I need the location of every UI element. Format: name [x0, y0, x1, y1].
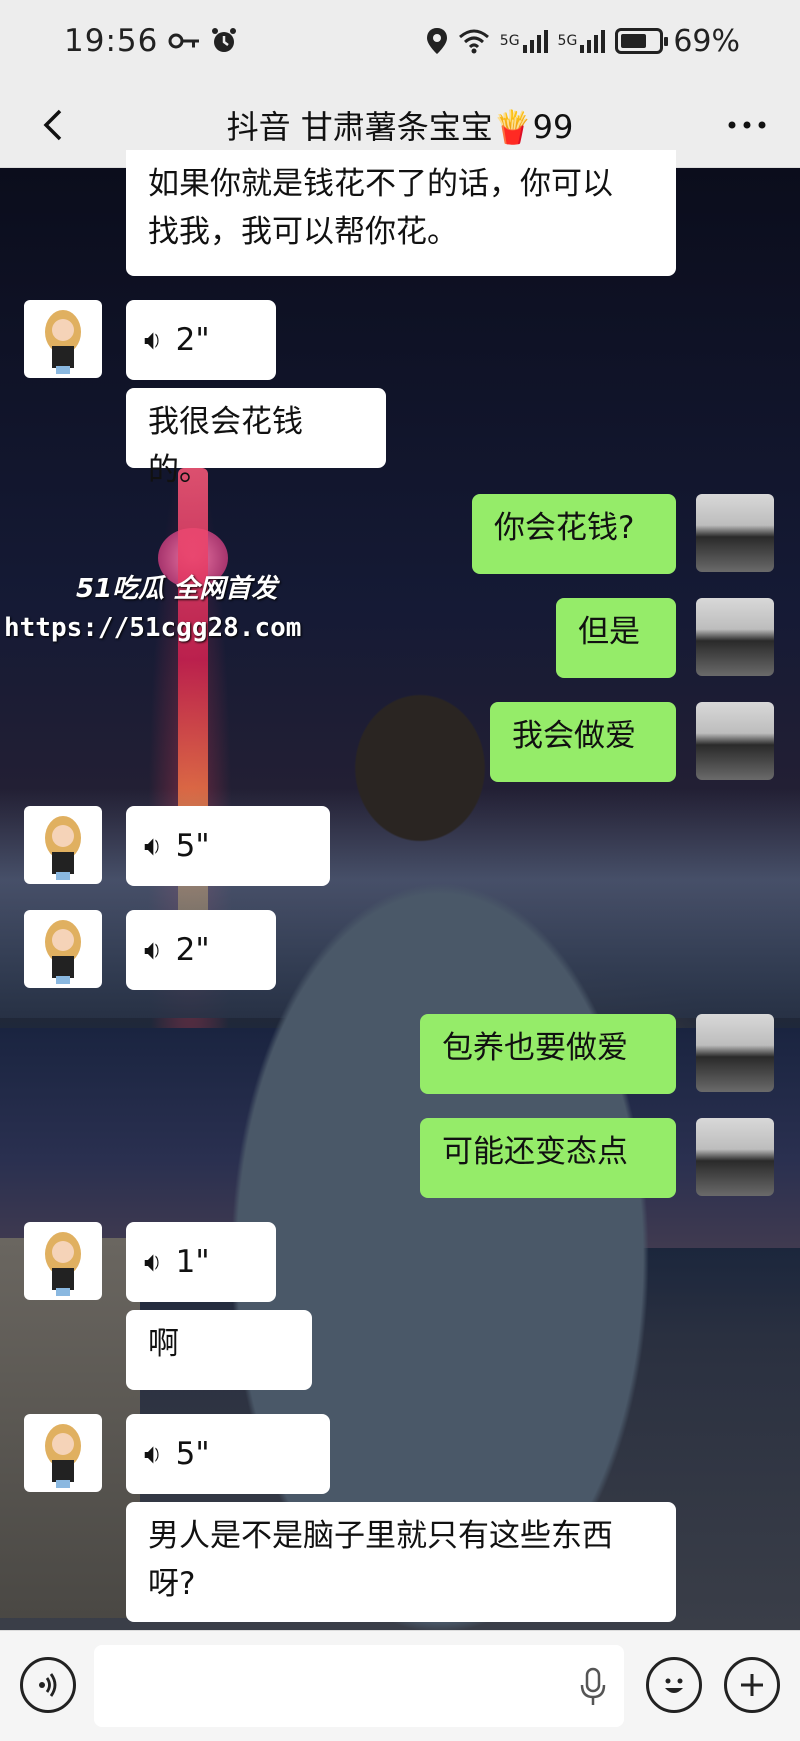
text-bubble[interactable]: 如果你就是钱花不了的话，你可以 找我，我可以帮你花。 — [126, 150, 676, 276]
signal-icon-1: 5G — [500, 29, 548, 53]
text-bubble[interactable]: 啊 — [126, 1310, 312, 1390]
watermark-title: 51吃瓜 全网首发 — [76, 574, 278, 604]
message-text-line2: 呀? — [148, 1566, 196, 1602]
avatar[interactable] — [696, 598, 774, 676]
message-text: 你会花钱? — [494, 510, 635, 546]
girl-avatar-icon — [45, 1232, 81, 1296]
plus-button[interactable] — [724, 1657, 780, 1713]
message-text: 包养也要做爱 — [442, 1030, 628, 1066]
text-bubble[interactable]: 我会做爱 — [490, 702, 676, 782]
message-text-line1: 男人是不是脑子里就只有这些东西 — [148, 1518, 613, 1554]
signal1-label: 5G — [499, 33, 520, 49]
chat-area[interactable]: 51吃瓜 全网首发 https://51cgg28.com — [0, 168, 800, 1630]
message-text: 但是 — [578, 614, 640, 650]
voice-message-bubble[interactable]: 🔉︎ 5" — [126, 1414, 330, 1494]
text-bubble[interactable]: 可能还变态点 — [420, 1118, 676, 1198]
voice-wave-icon — [39, 1673, 57, 1697]
voice-wave-icon: 🔉︎ — [144, 1437, 162, 1470]
avatar[interactable] — [24, 910, 102, 988]
watermark: 51吃瓜 全网首发 https://51cgg28.com — [4, 568, 301, 643]
girl-avatar-icon — [45, 816, 81, 880]
message-input[interactable] — [94, 1645, 624, 1727]
status-left: 19:56 — [64, 23, 238, 59]
wifi-icon — [458, 28, 490, 54]
voice-duration: 2" — [175, 932, 210, 968]
avatar[interactable] — [696, 494, 774, 572]
more-button[interactable] — [724, 102, 770, 148]
voice-toggle-button[interactable] — [20, 1657, 76, 1713]
emoji-button[interactable] — [646, 1657, 702, 1713]
voice-duration: 5" — [175, 828, 210, 864]
girl-avatar-icon — [45, 310, 81, 374]
location-icon — [426, 27, 448, 55]
plus-icon — [741, 1674, 763, 1696]
text-bubble[interactable]: 我很会花钱的。 — [126, 388, 386, 488]
girl-avatar-icon — [45, 920, 81, 984]
avatar[interactable] — [24, 806, 102, 884]
voice-wave-icon: 🔉︎ — [144, 933, 162, 966]
voice-wave-icon: 🔉︎ — [144, 829, 162, 862]
more-dots-icon — [728, 121, 766, 129]
avatar[interactable] — [24, 1222, 102, 1300]
message-text: 我会做爱 — [512, 718, 636, 754]
signal2-label: 5G — [557, 33, 578, 49]
voice-duration: 1" — [175, 1244, 210, 1280]
text-bubble[interactable]: 你会花钱? — [472, 494, 676, 574]
voice-wave-icon: 🔉︎ — [144, 1245, 162, 1278]
chevron-left-icon — [43, 109, 62, 141]
alarm-icon — [210, 27, 238, 55]
battery-icon — [615, 28, 669, 54]
message-text: 啊 — [148, 1326, 179, 1362]
message-text-line2: 找我，我可以帮你花。 — [148, 214, 458, 250]
avatar[interactable] — [696, 1014, 774, 1092]
battery-fill — [621, 34, 647, 48]
key-icon — [168, 31, 200, 51]
text-bubble[interactable]: 男人是不是脑子里就只有这些东西 呀? — [126, 1502, 676, 1622]
voice-message-bubble[interactable]: 🔉︎ 5" — [126, 806, 330, 886]
status-time: 19:56 — [64, 23, 159, 59]
avatar[interactable] — [696, 1118, 774, 1196]
message-text-line1: 如果你就是钱花不了的话，你可以 — [148, 166, 613, 202]
girl-avatar-icon — [45, 1424, 81, 1488]
text-bubble[interactable]: 包养也要做爱 — [420, 1014, 676, 1094]
chat-title: 抖音 甘肃薯条宝宝🍟99 — [226, 107, 574, 146]
input-bar — [0, 1630, 800, 1741]
signal-icon-2: 5G — [558, 29, 606, 53]
back-button[interactable] — [30, 102, 76, 148]
emoji-icon — [665, 1678, 683, 1693]
avatar[interactable] — [24, 300, 102, 378]
avatar[interactable] — [696, 702, 774, 780]
voice-duration: 2" — [175, 322, 210, 358]
text-bubble[interactable]: 但是 — [556, 598, 676, 678]
watermark-url: https://51cgg28.com — [4, 613, 302, 643]
voice-message-bubble[interactable]: 🔉︎ 2" — [126, 300, 276, 380]
voice-message-bubble[interactable]: 🔉︎ 1" — [126, 1222, 276, 1302]
voice-duration: 5" — [175, 1436, 210, 1472]
voice-wave-icon: 🔉︎ — [144, 323, 162, 356]
voice-message-bubble[interactable]: 🔉︎ 2" — [126, 910, 276, 990]
status-bar: 19:56 5G 5G 69% — [0, 0, 800, 82]
battery-percent: 69% — [673, 23, 740, 59]
mic-icon[interactable] — [580, 1667, 606, 1714]
message-text: 可能还变态点 — [442, 1134, 628, 1170]
avatar[interactable] — [24, 1414, 102, 1492]
status-right: 5G 5G 69% — [426, 24, 740, 59]
